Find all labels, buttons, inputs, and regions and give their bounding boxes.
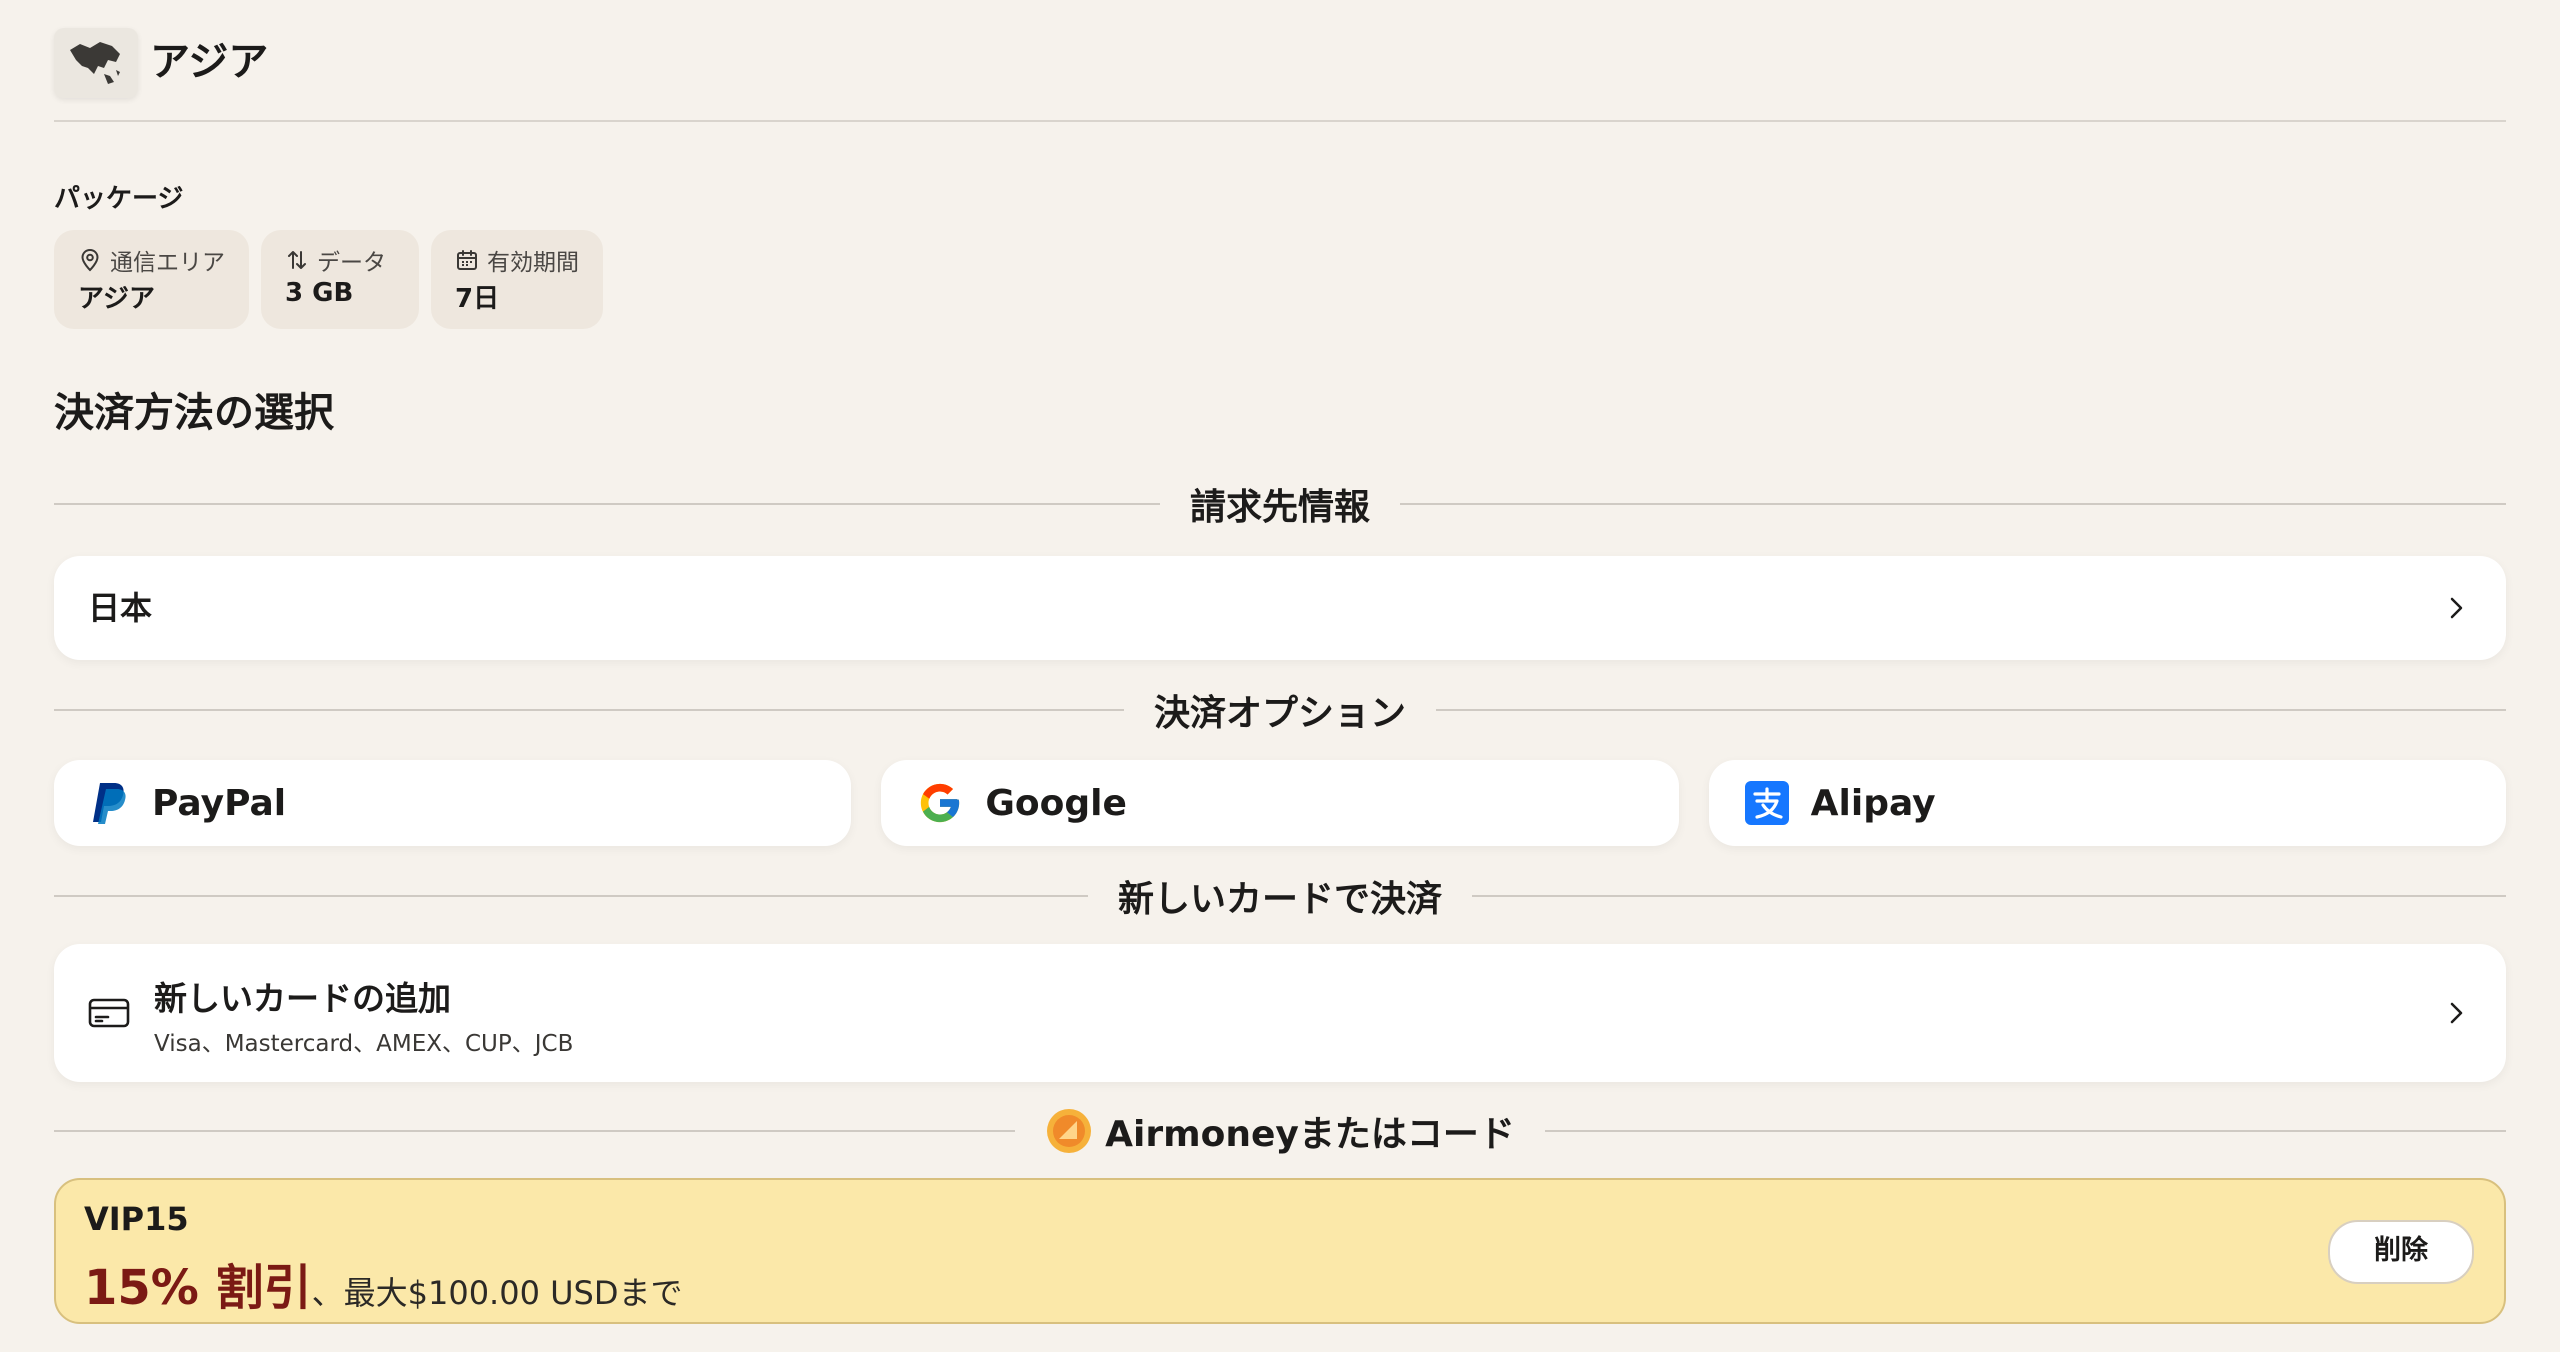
- chip-validity: 有効期間 7日: [431, 230, 603, 329]
- divider-line: [1544, 1130, 2506, 1132]
- divider-line: [1400, 503, 2507, 505]
- chip-value: 7日: [455, 284, 500, 314]
- airmoney-coin-icon: [1047, 1109, 1092, 1153]
- divider-line: [54, 895, 1088, 897]
- payment-method-title: 決済方法の選択: [54, 390, 334, 436]
- google-icon: [921, 783, 960, 823]
- billing-divider: 請求先情報: [54, 478, 2507, 530]
- divider-line: [54, 1130, 1016, 1132]
- divider-label: 決済オプション: [1154, 693, 1407, 734]
- divider-label: 新しいカードで決済: [1118, 879, 1443, 920]
- promo-discount: 15% 割引: [84, 1260, 312, 1316]
- promo-discount-line: 15% 割引 、最大$100.00 USDまで: [84, 1248, 683, 1318]
- billing-country-row[interactable]: 日本: [54, 556, 2506, 660]
- chip-value: 3 GB: [285, 278, 354, 308]
- location-pin-icon: [81, 248, 99, 272]
- checkout-page: アジア パッケージ 通信エリア アジア データ 3 GB 有効期間 7日 決済方…: [54, 0, 2507, 1352]
- promo-code: VIP15: [84, 1200, 189, 1238]
- alipay-label: Alipay: [1810, 782, 1936, 824]
- accepted-cards-text: Visa、Mastercard、AMEX、CUP、JCB: [154, 1031, 574, 1057]
- applied-promo-card: VIP15 15% 割引 、最大$100.00 USDまで 削除: [54, 1178, 2506, 1324]
- billing-country-value: 日本: [88, 589, 153, 627]
- divider-line: [1436, 709, 2507, 711]
- calendar-icon: [457, 250, 477, 270]
- divider-line: [54, 709, 1124, 711]
- chip-label: 有効期間: [487, 250, 579, 276]
- alipay-icon: [1744, 781, 1789, 825]
- alipay-button[interactable]: Alipay: [1708, 760, 2506, 846]
- region-thumbnail: [54, 28, 138, 98]
- chip-value: アジア: [78, 284, 155, 314]
- divider-line: [54, 503, 1160, 505]
- remove-promo-button[interactable]: 削除: [2328, 1220, 2474, 1284]
- new-card-divider: 新しいカードで決済: [54, 870, 2507, 922]
- paypal-button[interactable]: PayPal: [54, 760, 852, 846]
- chip-coverage-area: 通信エリア アジア: [54, 230, 249, 329]
- credit-card-icon: [88, 998, 130, 1028]
- add-new-card-row[interactable]: 新しいカードの追加 Visa、Mastercard、AMEX、CUP、JCB: [54, 944, 2506, 1082]
- chip-label: データ: [317, 250, 386, 276]
- chevron-right-icon: [2450, 1002, 2463, 1024]
- data-transfer-icon: [288, 251, 306, 269]
- paypal-icon: [93, 783, 126, 824]
- region-title: アジア: [150, 39, 269, 85]
- promo-max-note: 、最大$100.00 USDまで: [311, 1274, 683, 1312]
- payment-options: PayPal Google Alipay: [54, 760, 2506, 846]
- add-card-title: 新しいカードの追加: [154, 979, 451, 1018]
- chevron-right-icon: [2450, 597, 2463, 619]
- asia-map-icon: [70, 42, 120, 84]
- airmoney-divider: Airmoneyまたはコード: [54, 1105, 2506, 1157]
- package-chips: 通信エリア アジア データ 3 GB 有効期間 7日: [54, 230, 603, 329]
- divider-line: [1472, 895, 2507, 897]
- google-pay-button[interactable]: Google: [881, 760, 1679, 846]
- divider-label-group: Airmoneyまたはコード: [1015, 1105, 1545, 1157]
- payment-options-divider: 決済オプション: [54, 684, 2507, 736]
- divider-label: 請求先情報: [1190, 487, 1371, 528]
- chip-label: 通信エリア: [110, 250, 225, 276]
- airmoney-label: Airmoneyまたはコード: [1105, 1114, 1515, 1155]
- paypal-label: PayPal: [152, 782, 287, 824]
- google-label: Google: [985, 782, 1127, 824]
- region-header: アジア: [54, 22, 2506, 122]
- package-label: パッケージ: [54, 184, 184, 214]
- chip-data: データ 3 GB: [261, 230, 419, 329]
